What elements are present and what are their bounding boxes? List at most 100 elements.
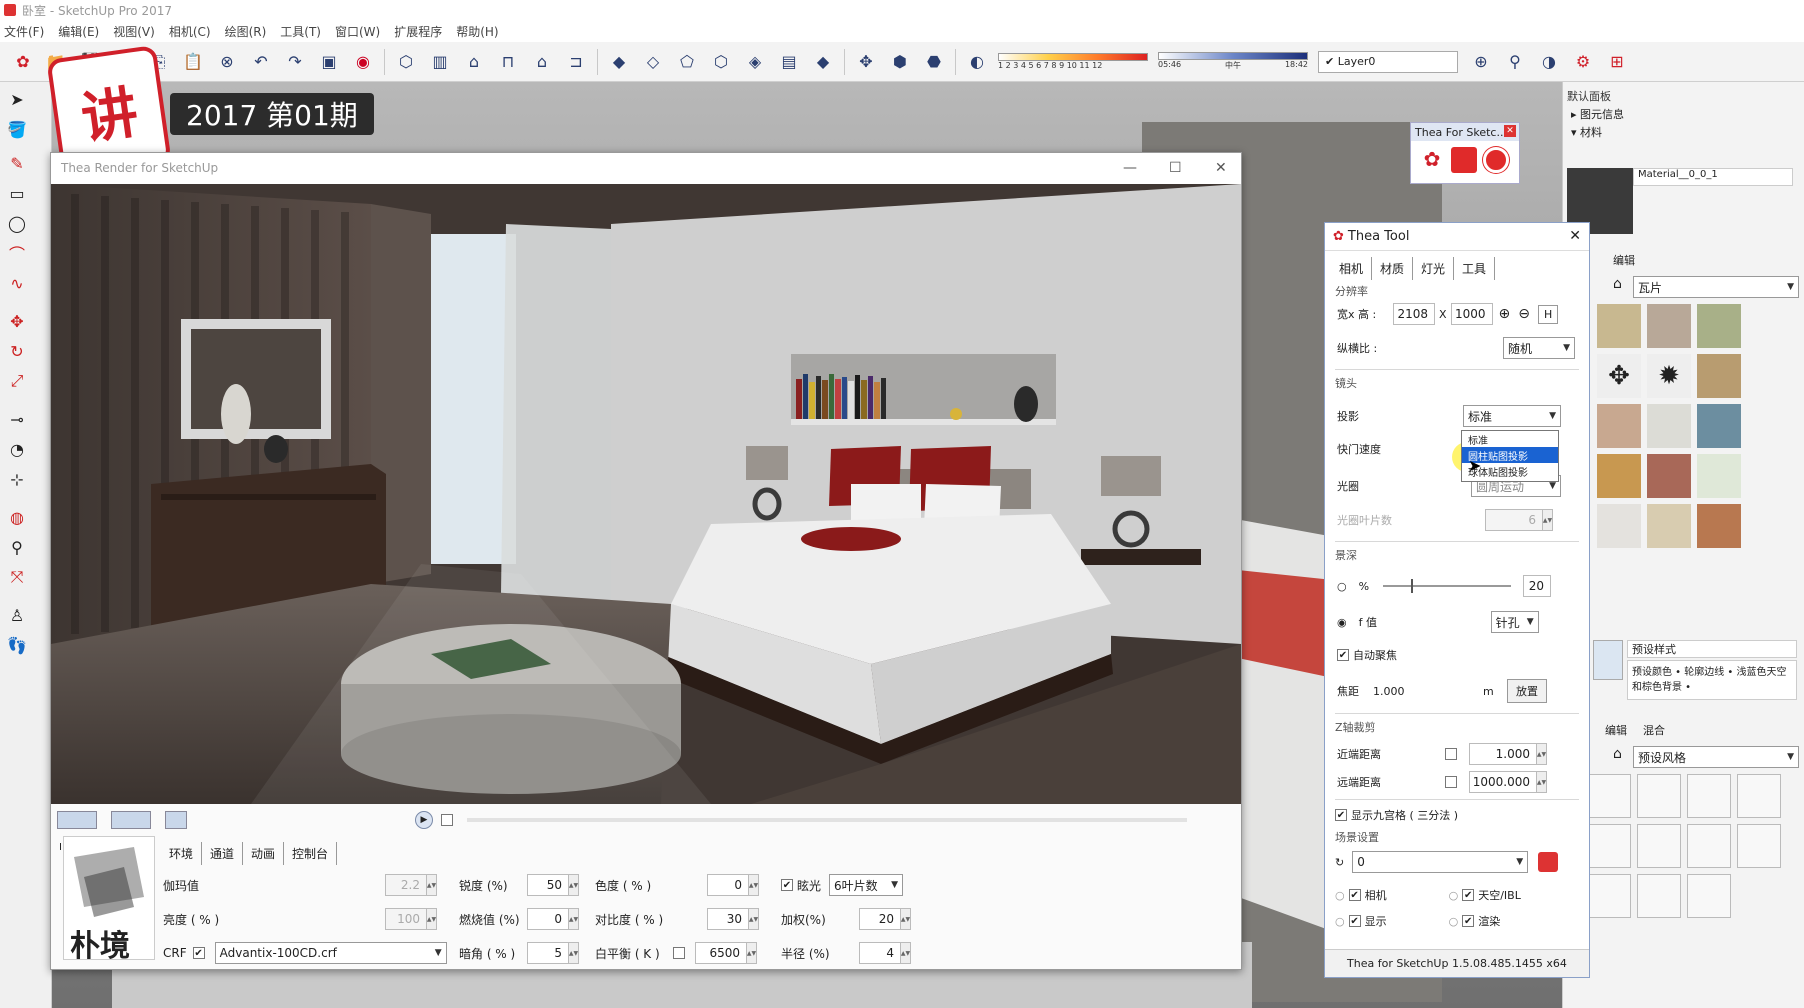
- place-button[interactable]: 放置: [1507, 679, 1547, 703]
- redo-icon[interactable]: ↷: [282, 49, 308, 75]
- wireframe-icon[interactable]: ◇: [640, 49, 666, 75]
- weight-spinner[interactable]: ▲▼: [901, 908, 911, 930]
- tab-tools[interactable]: 工具: [1454, 257, 1496, 280]
- style-tile[interactable]: [1587, 774, 1631, 818]
- style-tile[interactable]: [1737, 774, 1781, 818]
- shadows-icon[interactable]: ◐: [964, 49, 990, 75]
- rectangle-icon[interactable]: ▭: [6, 182, 28, 204]
- scale-icon[interactable]: ⤢: [6, 370, 28, 392]
- material-tile[interactable]: [1597, 304, 1641, 348]
- tab-channels[interactable]: 通道: [202, 842, 244, 865]
- circle-icon[interactable]: ◯: [6, 212, 28, 234]
- whitebalance-input[interactable]: 6500: [695, 942, 747, 964]
- undo-icon[interactable]: ↶: [248, 49, 274, 75]
- render-save-icon[interactable]: [165, 811, 187, 829]
- layer-select[interactable]: ✔ Layer0: [1318, 50, 1458, 73]
- menu-draw[interactable]: 绘图(R): [225, 23, 267, 40]
- dof-slider[interactable]: [1383, 579, 1512, 593]
- preset-style-name[interactable]: 预设样式: [1627, 640, 1797, 658]
- paint-bucket-icon[interactable]: 🪣: [6, 118, 28, 140]
- thea-folder-icon[interactable]: [1451, 147, 1477, 173]
- close-icon[interactable]: ✕: [1215, 160, 1227, 176]
- style-tile[interactable]: [1637, 824, 1681, 868]
- menu-help[interactable]: 帮助(H): [456, 23, 498, 40]
- thea-render-icon[interactable]: ✿: [1419, 147, 1445, 173]
- axes-icon[interactable]: ✥: [853, 49, 879, 75]
- time-gradient-bar[interactable]: [1158, 52, 1308, 60]
- style-tile[interactable]: [1637, 874, 1681, 918]
- style-tile[interactable]: [1737, 824, 1781, 868]
- back-view-icon[interactable]: ⌂: [529, 49, 555, 75]
- style-mix-tab[interactable]: 混合: [1643, 722, 1665, 738]
- contrast-input[interactable]: 30: [707, 908, 749, 930]
- maximize-icon[interactable]: ☐: [1169, 160, 1182, 176]
- shaded-texture-icon[interactable]: ◈: [742, 49, 768, 75]
- material-edit-tab[interactable]: 编辑: [1613, 252, 1635, 268]
- material-tile[interactable]: [1597, 454, 1641, 498]
- display-radio[interactable]: ○: [1335, 915, 1345, 928]
- material-tile[interactable]: [1697, 504, 1741, 548]
- sharpness-input[interactable]: 50: [527, 874, 569, 896]
- menu-tools[interactable]: 工具(T): [280, 23, 321, 40]
- crf-select[interactable]: Advantix-100CD.crf ▼: [214, 942, 447, 964]
- tab-materials[interactable]: 材质: [1372, 257, 1414, 280]
- front-view-icon[interactable]: ⌂: [461, 49, 487, 75]
- material-tile[interactable]: [1597, 504, 1641, 548]
- pencil-icon[interactable]: ✎: [6, 152, 28, 174]
- chroma-input[interactable]: 0: [707, 874, 749, 896]
- aspect-select[interactable]: 随机 ▼: [1503, 337, 1575, 359]
- home-icon[interactable]: ⌂: [1613, 276, 1622, 292]
- menu-file[interactable]: 文件(F): [4, 23, 44, 40]
- tab-console[interactable]: 控制台: [284, 842, 338, 865]
- zoom-extents-icon[interactable]: ⤧: [6, 566, 28, 588]
- material-tile[interactable]: [1647, 454, 1691, 498]
- left-view-icon[interactable]: ⊐: [563, 49, 589, 75]
- fstop-select[interactable]: 针孔 ▼: [1490, 611, 1539, 633]
- menu-view[interactable]: 视图(V): [113, 23, 155, 40]
- top-view-icon[interactable]: ▥: [427, 49, 453, 75]
- settings-gear-icon[interactable]: ⚙: [1570, 49, 1596, 75]
- glare-select[interactable]: 6叶片数 ▼: [829, 874, 904, 896]
- tab-lights[interactable]: 灯光: [1413, 257, 1455, 280]
- grid-checkbox[interactable]: ✔: [1335, 809, 1347, 821]
- save-scene-icon[interactable]: [1538, 852, 1559, 872]
- style-edit-tab[interactable]: 编辑: [1605, 722, 1627, 738]
- render-output-icon[interactable]: [57, 811, 97, 829]
- axes-tool-icon[interactable]: ⊹: [6, 468, 28, 490]
- menu-window[interactable]: 窗口(W): [335, 23, 380, 40]
- shadow-month-slider[interactable]: 1 2 3 4 5 6 7 8 9 10 11 12: [998, 53, 1148, 70]
- radius-input[interactable]: 4: [859, 942, 901, 964]
- section-display-icon[interactable]: ⬣: [921, 49, 947, 75]
- hidden-line-icon[interactable]: ⬠: [674, 49, 700, 75]
- material-tile[interactable]: ✥: [1597, 354, 1641, 398]
- material-tile[interactable]: [1697, 404, 1741, 448]
- brightness-spinner[interactable]: ▲▼: [427, 908, 437, 930]
- play-icon[interactable]: ▶: [415, 811, 433, 829]
- menu-edit[interactable]: 编辑(E): [58, 23, 99, 40]
- menu-extensions[interactable]: 扩展程序: [394, 23, 442, 40]
- render-radio[interactable]: ○: [1449, 915, 1459, 928]
- burn-spinner[interactable]: ▲▼: [569, 908, 579, 930]
- print-icon[interactable]: ▣: [316, 49, 342, 75]
- dof-slider-thumb[interactable]: [1411, 579, 1414, 593]
- material-category-select[interactable]: 瓦片 ▼: [1633, 276, 1799, 298]
- zoom-in-icon[interactable]: ⊕: [1499, 306, 1511, 322]
- grid-icon[interactable]: ⊞: [1604, 49, 1630, 75]
- close-icon[interactable]: ✕: [1569, 228, 1581, 244]
- near-spinner[interactable]: ▲▼: [1537, 743, 1547, 765]
- monochrome-icon[interactable]: ▤: [776, 49, 802, 75]
- near-input[interactable]: 1.000: [1469, 743, 1537, 765]
- walk-tool-icon[interactable]: 👣: [6, 634, 28, 656]
- gamma-spinner[interactable]: ▲▼: [427, 874, 437, 896]
- fstop-radio[interactable]: ◉: [1337, 616, 1347, 629]
- thea-logo-icon[interactable]: ✿: [10, 49, 36, 75]
- whitebalance-checkbox[interactable]: [673, 947, 685, 959]
- material-tile[interactable]: [1597, 404, 1641, 448]
- projection-option-standard[interactable]: 标准: [1462, 431, 1558, 447]
- camera-radio[interactable]: ○: [1335, 889, 1345, 902]
- glare-checkbox[interactable]: ✔: [781, 879, 793, 891]
- refresh-icon[interactable]: ↻: [1335, 856, 1344, 869]
- material-tile[interactable]: ✹: [1647, 354, 1691, 398]
- solid-icon[interactable]: ◆: [810, 49, 836, 75]
- brightness-input[interactable]: 100: [385, 908, 427, 930]
